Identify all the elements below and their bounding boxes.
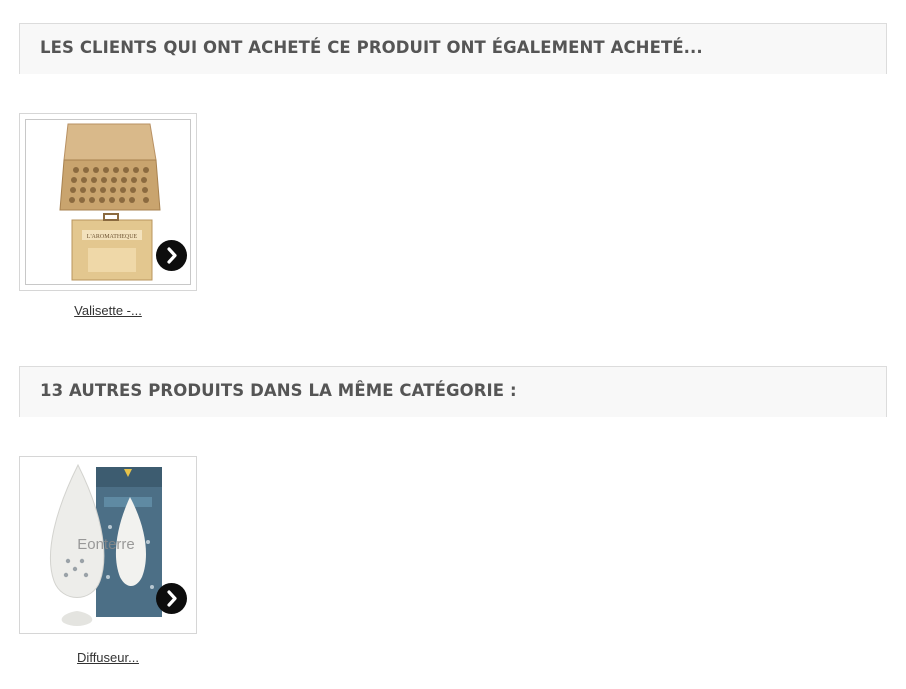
section-title: 13 AUTRES PRODUITS DANS LA MÊME CATÉGORI… [40,381,517,400]
box-label: L'AROMATHEQUE [87,234,138,240]
product-link-valisette[interactable]: Valisette -... [19,303,197,318]
product-link-diffuseur[interactable]: Diffuseur... [19,650,197,665]
section-header-same-category: 13 AUTRES PRODUITS DANS LA MÊME CATÉGORI… [19,366,887,417]
view-product-button[interactable] [156,583,187,614]
section-header-also-bought: LES CLIENTS QUI ONT ACHETÉ CE PRODUIT ON… [19,23,887,74]
watermark-text: Eonterre [77,536,135,553]
chevron-right-icon [167,247,177,264]
view-product-button[interactable] [156,240,187,271]
product-card-diffuseur[interactable]: Eonterre [19,456,197,634]
product-card-valisette[interactable]: L'AROMATHEQUE [19,113,197,291]
section-title: LES CLIENTS QUI ONT ACHETÉ CE PRODUIT ON… [40,38,703,57]
chevron-right-icon [167,590,177,607]
